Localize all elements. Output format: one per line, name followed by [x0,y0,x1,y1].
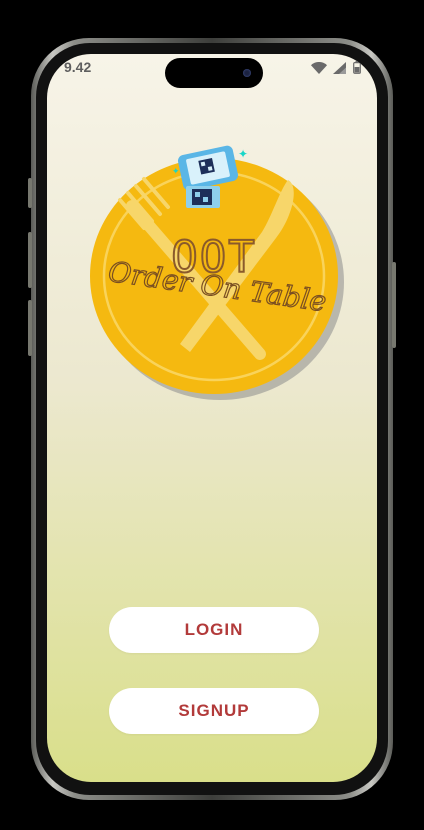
app-screen: 9.42 ✦ ✦ OOT Order On Table LOGIN SIGNUP [47,54,377,782]
svg-text:✦: ✦ [172,167,180,177]
login-button[interactable]: LOGIN [109,607,319,653]
volume-up-button [28,232,32,288]
svg-text:✦: ✦ [238,147,248,161]
wifi-icon [311,61,327,74]
status-icons [311,61,361,74]
dynamic-island [165,58,263,88]
signal-icon [333,61,346,74]
status-bar: 9.42 [47,54,377,88]
battery-icon [353,61,361,74]
volume-down-button [28,300,32,356]
power-button [392,262,396,348]
app-logo: ✦ ✦ OOT Order On Table [90,145,344,400]
action-button [28,178,32,208]
front-camera [243,69,251,77]
signup-button[interactable]: SIGNUP [109,688,319,734]
status-time: 9.42 [64,59,92,75]
